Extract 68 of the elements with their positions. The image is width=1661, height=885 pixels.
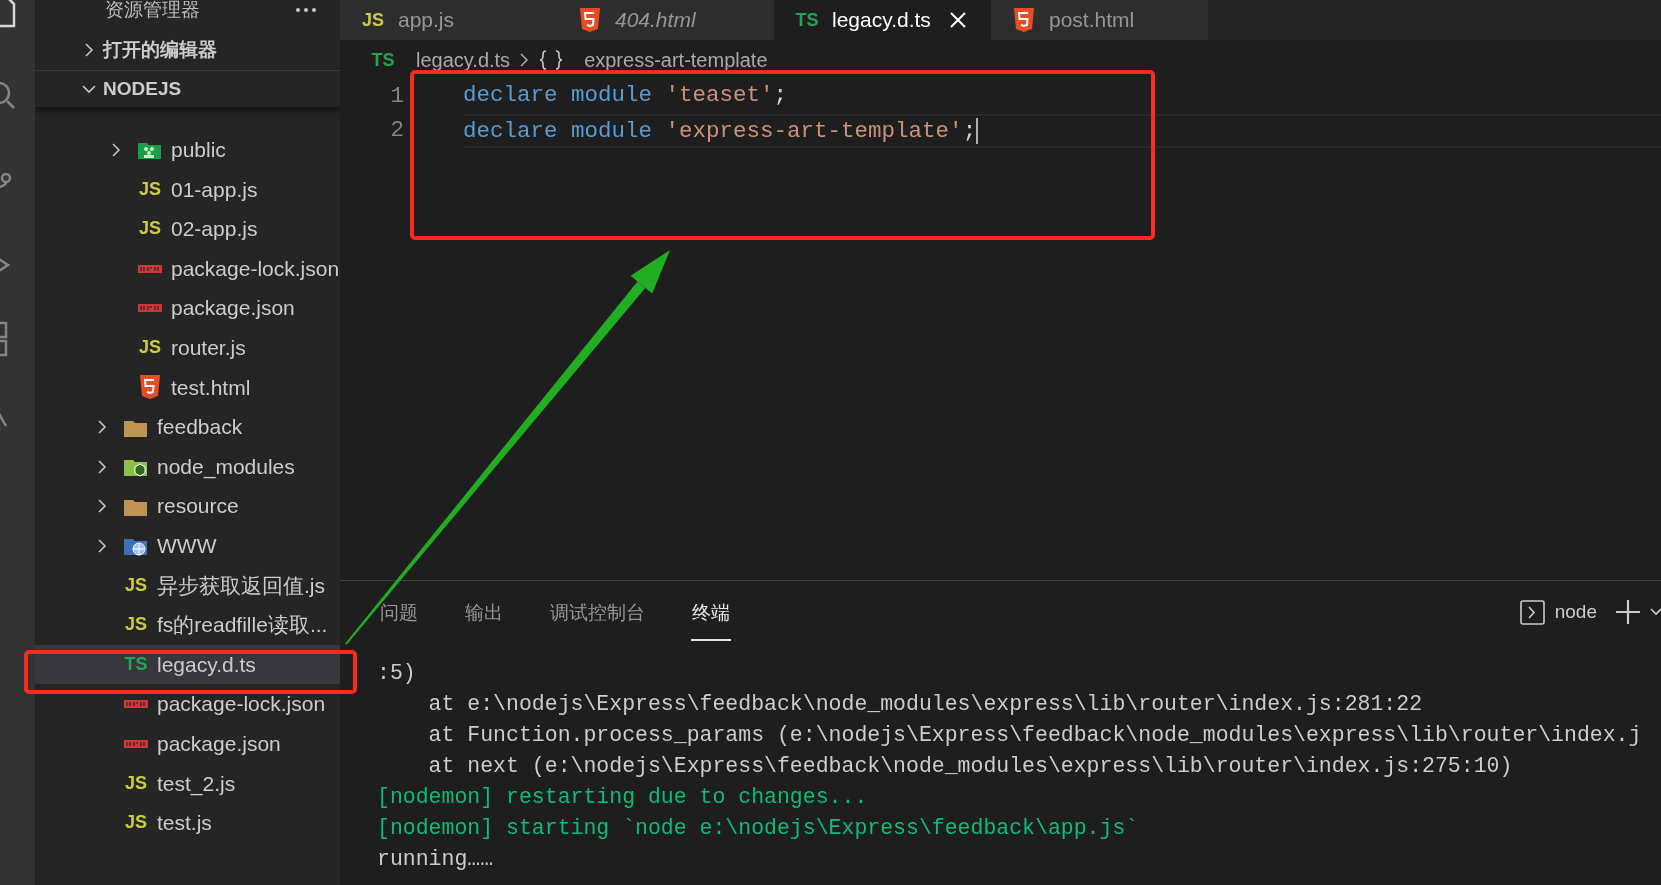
close-icon xyxy=(948,11,967,29)
js-file-icon: JS xyxy=(123,611,149,639)
chevron-down-icon[interactable] xyxy=(1650,607,1661,617)
js-file-icon: JS xyxy=(123,769,149,797)
terminal-line: :5) xyxy=(377,660,417,687)
tree-item[interactable]: JS test.js xyxy=(35,803,340,843)
ts-file-icon: TS xyxy=(794,6,820,34)
breadcrumb-item[interactable]: TS legacy.d.ts xyxy=(370,45,511,75)
terminal-name[interactable]: node xyxy=(1554,597,1597,627)
tree-item[interactable]: package.json xyxy=(35,288,340,328)
npm-icon xyxy=(123,698,149,711)
html5-icon xyxy=(137,374,163,401)
ts-file-icon: TS xyxy=(370,46,396,74)
js-file-icon: JS xyxy=(137,334,163,362)
panel-tab[interactable]: 终端 xyxy=(691,583,731,641)
npm-icon xyxy=(123,737,149,750)
line-number: 2 xyxy=(389,116,404,146)
panel-tab[interactable]: 问题 xyxy=(379,583,419,641)
terminal-line: at Function.process_params (e:\nodejs\Express\feedback\node_modules\express\lib\router\index.j xyxy=(427,722,1643,749)
tree-item[interactable]: package-lock.json xyxy=(35,684,340,724)
html5-icon xyxy=(577,7,603,33)
more-icon xyxy=(294,6,318,14)
js-file-icon: JS xyxy=(137,175,163,203)
npm-icon xyxy=(137,302,163,315)
editor-tab[interactable]: post.html xyxy=(991,0,1208,40)
js-file-icon: JS xyxy=(123,571,149,599)
braces-icon xyxy=(538,49,565,71)
code-line: declare module 'teaset'; xyxy=(463,81,789,110)
tree-item[interactable]: JS fs的readfille读取... xyxy=(35,605,340,645)
editor-tab[interactable]: TS legacy.d.ts xyxy=(774,0,991,40)
section-header[interactable]: NODEJS xyxy=(35,71,340,107)
panel-tab[interactable]: 输出 xyxy=(464,583,504,641)
tree-item[interactable]: TS legacy.d.ts xyxy=(35,644,340,685)
code-line: declare module 'express-art-template'; xyxy=(463,114,1661,148)
js-file-icon: JS xyxy=(123,809,149,837)
panel-tab[interactable]: 调试控制台 xyxy=(549,583,646,641)
tree-item[interactable]: package-lock.json xyxy=(35,248,340,289)
plus-icon[interactable] xyxy=(1615,599,1641,625)
terminal-line: at e:\nodejs\Express\feedback\node_modules\express\lib\router\index.js:281:22 xyxy=(427,691,1424,718)
terminal-line: running…… xyxy=(377,846,495,873)
tree-item[interactable]: feedback xyxy=(35,407,340,447)
terminal-line: [nodemon] restarting due to changes... xyxy=(377,784,869,811)
terminal-icon[interactable] xyxy=(1519,599,1545,625)
tree-item[interactable]: resource xyxy=(35,486,340,526)
tree-item[interactable]: WWW xyxy=(35,525,340,566)
text-cursor xyxy=(976,118,979,145)
npm-icon xyxy=(137,262,163,275)
breadcrumb-item[interactable]: express-art-template xyxy=(538,45,768,75)
chevron-right-icon xyxy=(518,52,531,68)
js-file-icon: JS xyxy=(137,215,163,243)
editor-tab[interactable]: 404.html xyxy=(557,0,774,40)
tree-item[interactable]: JS test_2.js xyxy=(35,763,340,804)
tree-item[interactable]: JS 02-app.js xyxy=(35,209,340,249)
tree-item[interactable]: package.json xyxy=(35,723,340,764)
terminal-line: at next (e:\nodejs\Express\feedback\node_modules\express\lib\router\index.js:275:10) xyxy=(427,753,1514,780)
editor-tab[interactable]: JS app.js xyxy=(340,0,557,40)
tree-item[interactable]: JS 01-app.js xyxy=(35,169,340,210)
terminal-line: [nodemon] starting `node e:\nodejs\Express\feedback\app.js` xyxy=(377,815,1140,842)
sidebar-title: 资源管理器 xyxy=(105,0,200,22)
tree-item[interactable]: JS 异步获取返回值.js xyxy=(35,565,340,606)
tree-item[interactable]: JS router.js xyxy=(35,327,340,368)
tree-item[interactable]: public xyxy=(35,130,340,170)
js-file-icon: JS xyxy=(360,6,386,34)
tree-item[interactable]: test.html xyxy=(35,367,340,408)
line-number: 1 xyxy=(389,82,404,112)
tree-item[interactable]: node_modules xyxy=(35,446,340,487)
ts-file-icon: TS xyxy=(123,651,149,678)
html5-icon xyxy=(1011,7,1037,33)
